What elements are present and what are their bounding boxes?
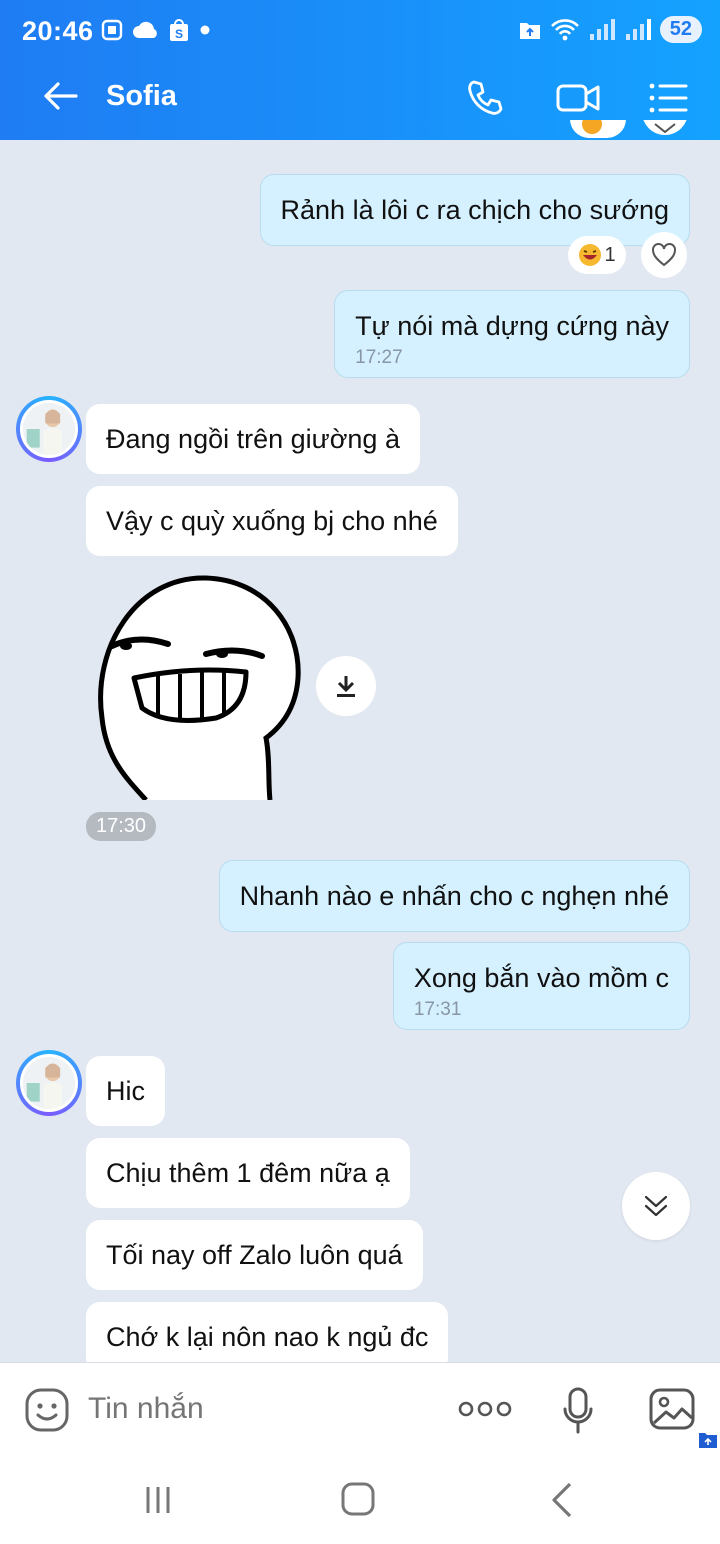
message-text: Hic — [106, 1076, 145, 1106]
battery-level: 52 — [659, 16, 702, 43]
message-text: Tối nay off Zalo luôn quá — [106, 1240, 403, 1270]
phone-icon[interactable] — [466, 78, 506, 118]
signal-icon — [589, 18, 615, 40]
wifi-icon — [550, 18, 579, 40]
avatar[interactable] — [16, 1050, 82, 1116]
chat-title[interactable]: Sofia — [106, 80, 177, 113]
video-call-icon[interactable] — [556, 80, 600, 116]
back-arrow-icon[interactable] — [40, 76, 80, 116]
incoming-message[interactable]: Tối nay off Zalo luôn quá — [86, 1220, 423, 1290]
message-time: 17:31 — [413, 999, 462, 1020]
message-time: 17:27 — [355, 347, 403, 368]
avatar-image — [20, 1054, 78, 1112]
incoming-message[interactable]: Chịu thêm 1 đêm nữa ạ — [86, 1138, 410, 1208]
incoming-message[interactable]: Vậy c quỳ xuống bj cho nhé — [86, 486, 458, 556]
more-icon[interactable] — [458, 1397, 512, 1421]
status-bar: 20:46 S 52 — [0, 0, 720, 64]
screenshot-icon — [101, 19, 123, 41]
message-text: Đang ngồi trên giường à — [106, 424, 400, 454]
heart-icon — [652, 243, 676, 267]
reaction-count: 1 — [604, 243, 616, 266]
dot-icon — [200, 25, 210, 35]
download-icon — [337, 676, 355, 697]
signal-icon-2 — [625, 18, 651, 40]
message-text: Vậy c quỳ xuống bj cho nhé — [106, 506, 438, 536]
outgoing-message[interactable]: Rảnh là lôi c ra chịch cho sướng — [259, 174, 690, 246]
emoji-icon[interactable] — [24, 1387, 70, 1433]
microphone-icon[interactable] — [562, 1387, 594, 1435]
system-nav-bar — [0, 1458, 720, 1544]
outgoing-message[interactable]: Xong bắn vào mồm c 17:31 — [392, 942, 690, 1030]
home-icon[interactable] — [340, 1480, 376, 1518]
sticker-time: 17:30 — [86, 812, 157, 841]
status-right-icons: 52 — [518, 16, 702, 43]
menu-list-icon[interactable] — [648, 80, 688, 116]
download-button[interactable] — [316, 656, 376, 716]
message-text: Nhanh nào e nhấn cho c nghẹn nhé — [239, 881, 669, 911]
scroll-to-bottom-button[interactable] — [622, 1172, 690, 1240]
scroll-down-icon — [644, 1195, 668, 1217]
folder-upload-icon — [519, 22, 540, 39]
heart-react-button[interactable] — [641, 232, 687, 278]
avatar-image — [20, 400, 78, 458]
message-text: Chớ k lại nôn nao k ngủ đc — [106, 1322, 429, 1352]
laugh-emoji-icon — [579, 244, 602, 266]
cloud-icon — [133, 21, 157, 38]
folder-badge-icon — [699, 1433, 717, 1448]
sticker-image[interactable] — [86, 568, 316, 800]
shopee-icon: S — [170, 19, 188, 41]
status-time: 20:46 — [22, 16, 94, 46]
message-text: Chịu thêm 1 đêm nữa ạ — [106, 1158, 390, 1188]
reaction-badge[interactable]: 1 — [568, 236, 626, 274]
message-input[interactable] — [88, 1389, 388, 1429]
image-icon[interactable] — [648, 1385, 696, 1433]
message-text: Xong bắn vào mồm c — [413, 963, 669, 993]
incoming-message[interactable]: Đang ngồi trên giường à — [86, 404, 420, 474]
outgoing-message[interactable]: Nhanh nào e nhấn cho c nghẹn nhé — [218, 860, 690, 932]
avatar[interactable] — [16, 396, 82, 462]
recent-apps-icon[interactable] — [142, 1484, 174, 1516]
previous-message-reactions — [570, 120, 687, 138]
outgoing-message[interactable]: Tự nói mà dựng cứng này 17:27 — [334, 290, 690, 378]
status-left-icons: S — [100, 18, 212, 42]
incoming-message[interactable]: Hic — [86, 1056, 165, 1126]
svg-text:S: S — [175, 27, 183, 41]
composer-bar — [0, 1362, 720, 1458]
message-text: Rảnh là lôi c ra chịch cho sướng — [280, 195, 669, 225]
top-bar: 20:46 S 52 Sofia — [0, 0, 720, 140]
message-text: Tự nói mà dựng cứng này — [355, 311, 669, 341]
nav-back-icon[interactable] — [548, 1480, 574, 1520]
